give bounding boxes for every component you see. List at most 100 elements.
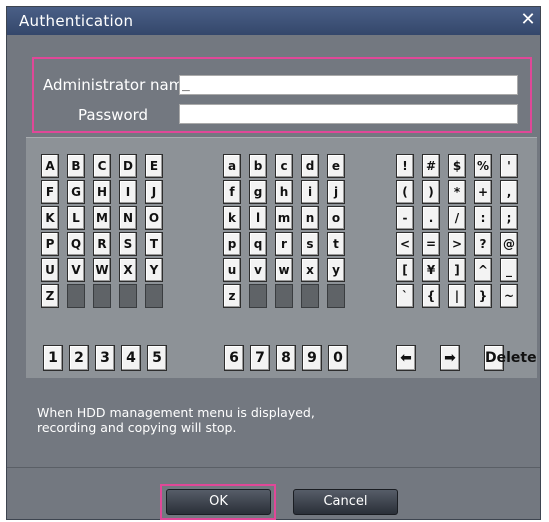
administrator-name-field[interactable]: _ — [179, 75, 518, 95]
key-symbol[interactable]: > — [448, 232, 466, 256]
key-symbol[interactable]: # — [422, 154, 440, 178]
key-symbol[interactable]: ' — [500, 154, 518, 178]
key-symbol[interactable]: < — [396, 232, 414, 256]
close-icon[interactable]: ✕ — [520, 11, 536, 29]
key-x-lower[interactable]: x — [301, 258, 319, 282]
key-m-lower[interactable]: m — [275, 206, 293, 230]
key-d-lower[interactable]: d — [301, 154, 319, 178]
key-i-upper[interactable]: I — [119, 180, 137, 204]
key-z-lower[interactable]: z — [223, 284, 241, 308]
key-t-lower[interactable]: t — [327, 232, 345, 256]
key-n-upper[interactable]: N — [119, 206, 137, 230]
key-symbol[interactable]: ? — [474, 232, 492, 256]
key-b-upper[interactable]: B — [67, 154, 85, 178]
key-o-upper[interactable]: O — [145, 206, 163, 230]
key-k-upper[interactable]: K — [41, 206, 59, 230]
key-digit-1[interactable]: 1 — [43, 345, 63, 371]
key-symbol[interactable]: ) — [422, 180, 440, 204]
key-z-upper[interactable]: Z — [41, 284, 59, 308]
key-symbol[interactable]: ; — [500, 206, 518, 230]
key-f-lower[interactable]: f — [223, 180, 241, 204]
key-y-lower[interactable]: y — [327, 258, 345, 282]
key-l-lower[interactable]: l — [249, 206, 267, 230]
key-a-upper[interactable]: A — [41, 154, 59, 178]
key-b-lower[interactable]: b — [249, 154, 267, 178]
key-symbol[interactable]: [ — [396, 258, 414, 282]
key-symbol[interactable]: _ — [500, 258, 518, 282]
key-m-upper[interactable]: M — [93, 206, 111, 230]
key-symbol[interactable]: @ — [500, 232, 518, 256]
key-symbol[interactable]: - — [396, 206, 414, 230]
key-k-lower[interactable]: k — [223, 206, 241, 230]
key-digit-7[interactable]: 7 — [250, 345, 270, 371]
key-s-lower[interactable]: s — [301, 232, 319, 256]
key-symbol[interactable]: ] — [448, 258, 466, 282]
key-v-lower[interactable]: v — [249, 258, 267, 282]
key-h-lower[interactable]: h — [275, 180, 293, 204]
key-q-lower[interactable]: q — [249, 232, 267, 256]
key-symbol[interactable]: : — [474, 206, 492, 230]
delete-button[interactable]: Delete — [484, 345, 537, 371]
key-f-upper[interactable]: F — [41, 180, 59, 204]
key-digit-2[interactable]: 2 — [69, 345, 89, 371]
key-r-lower[interactable]: r — [275, 232, 293, 256]
key-e-upper[interactable]: E — [145, 154, 163, 178]
cursor-left-icon[interactable]: ⬅ — [396, 345, 416, 371]
key-digit-5[interactable]: 5 — [147, 345, 167, 371]
key-symbol[interactable]: * — [448, 180, 466, 204]
password-field[interactable] — [179, 104, 518, 124]
key-symbol[interactable]: = — [422, 232, 440, 256]
key-digit-0[interactable]: 0 — [328, 345, 348, 371]
key-symbol[interactable]: ( — [396, 180, 414, 204]
key-t-upper[interactable]: T — [145, 232, 163, 256]
key-symbol[interactable]: + — [474, 180, 492, 204]
key-g-lower[interactable]: g — [249, 180, 267, 204]
key-x-upper[interactable]: X — [119, 258, 137, 282]
key-g-upper[interactable]: G — [67, 180, 85, 204]
cancel-button[interactable]: Cancel — [293, 489, 398, 515]
key-s-upper[interactable]: S — [119, 232, 137, 256]
key-u-upper[interactable]: U — [41, 258, 59, 282]
cursor-right-icon[interactable]: ➡ — [440, 345, 460, 371]
key-d-upper[interactable]: D — [119, 154, 137, 178]
key-symbol[interactable]: } — [474, 284, 492, 308]
key-p-lower[interactable]: p — [223, 232, 241, 256]
key-symbol[interactable]: , — [500, 180, 518, 204]
key-digit-3[interactable]: 3 — [95, 345, 115, 371]
key-r-upper[interactable]: R — [93, 232, 111, 256]
key-y-upper[interactable]: Y — [145, 258, 163, 282]
key-digit-4[interactable]: 4 — [121, 345, 141, 371]
key-digit-9[interactable]: 9 — [302, 345, 322, 371]
key-w-upper[interactable]: W — [93, 258, 111, 282]
key-o-lower[interactable]: o — [327, 206, 345, 230]
key-symbol[interactable]: / — [448, 206, 466, 230]
key-c-lower[interactable]: c — [275, 154, 293, 178]
key-symbol[interactable]: % — [474, 154, 492, 178]
key-i-lower[interactable]: i — [301, 180, 319, 204]
key-h-upper[interactable]: H — [93, 180, 111, 204]
key-l-upper[interactable]: L — [67, 206, 85, 230]
key-symbol[interactable]: { — [422, 284, 440, 308]
key-symbol[interactable]: ~ — [500, 284, 518, 308]
key-digit-8[interactable]: 8 — [276, 345, 296, 371]
key-j-upper[interactable]: J — [145, 180, 163, 204]
key-n-lower[interactable]: n — [301, 206, 319, 230]
key-w-lower[interactable]: w — [275, 258, 293, 282]
key-p-upper[interactable]: P — [41, 232, 59, 256]
key-c-upper[interactable]: C — [93, 154, 111, 178]
key-a-lower[interactable]: a — [223, 154, 241, 178]
key-digit-6[interactable]: 6 — [224, 345, 244, 371]
key-symbol[interactable]: ¥ — [422, 258, 440, 282]
key-symbol[interactable]: | — [448, 284, 466, 308]
key-symbol[interactable]: ` — [396, 284, 414, 308]
key-symbol[interactable]: ! — [396, 154, 414, 178]
key-symbol[interactable]: ^ — [474, 258, 492, 282]
key-q-upper[interactable]: Q — [67, 232, 85, 256]
key-symbol[interactable]: $ — [448, 154, 466, 178]
key-symbol[interactable]: . — [422, 206, 440, 230]
ok-button[interactable]: OK — [166, 489, 271, 515]
key-u-lower[interactable]: u — [223, 258, 241, 282]
key-e-lower[interactable]: e — [327, 154, 345, 178]
key-v-upper[interactable]: V — [67, 258, 85, 282]
key-j-lower[interactable]: j — [327, 180, 345, 204]
